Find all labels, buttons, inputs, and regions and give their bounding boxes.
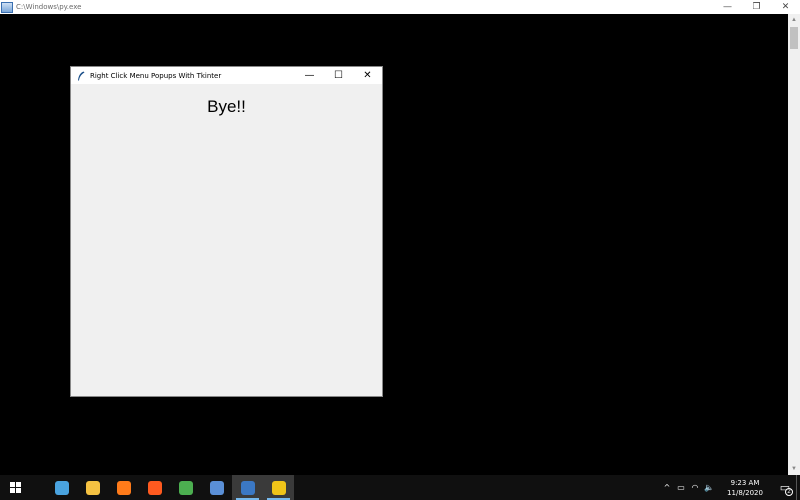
clock-time: 9:23 AM: [730, 478, 760, 487]
console-titlebar[interactable]: C:\Windows\py.exe — ❐ ✕: [0, 0, 800, 14]
taskbar-app-icon: [85, 480, 100, 495]
taskbar-app-1[interactable]: [77, 475, 108, 500]
volume-icon[interactable]: 🔈: [702, 475, 716, 500]
console-title: C:\Windows\py.exe: [16, 3, 82, 11]
scroll-down-arrow-icon[interactable]: ▼: [788, 463, 800, 475]
taskbar-app-5[interactable]: [201, 475, 232, 500]
taskbar-app-icon: [54, 480, 69, 495]
tkinter-close-button[interactable]: ✕: [353, 67, 382, 84]
taskbar-apps: [46, 475, 294, 500]
taskbar-app-icon: [116, 480, 131, 495]
show-desktop-button[interactable]: [796, 475, 800, 500]
taskbar-app-2[interactable]: [108, 475, 139, 500]
notification-count-badge: 2: [785, 488, 793, 496]
system-tray: ^ ▭ ◠ 🔈 9:23 AM 11/8/2020 ▭ 2: [660, 475, 800, 500]
clock[interactable]: 9:23 AM 11/8/2020: [720, 478, 770, 498]
tkinter-titlebar[interactable]: Right Click Menu Popups With Tkinter — ☐…: [71, 67, 382, 84]
network-icon[interactable]: ◠: [688, 475, 702, 500]
taskbar-app-6[interactable]: [232, 475, 263, 500]
tray-chevron-icon[interactable]: ^: [660, 475, 674, 500]
scroll-thumb[interactable]: [790, 27, 798, 49]
scroll-up-arrow-icon[interactable]: ▲: [788, 14, 800, 26]
python-console-icon: [1, 1, 13, 13]
battery-icon[interactable]: ▭: [674, 475, 688, 500]
notification-center-button[interactable]: ▭ 2: [774, 475, 796, 500]
console-scrollbar[interactable]: ▲ ▼: [788, 14, 800, 475]
tkinter-window-controls: — ☐ ✕: [295, 67, 382, 84]
start-button[interactable]: [0, 475, 30, 500]
taskbar-app-3[interactable]: [139, 475, 170, 500]
tkinter-minimize-button[interactable]: —: [295, 67, 324, 84]
taskbar-app-7[interactable]: [263, 475, 294, 500]
taskbar-app-icon: [271, 480, 286, 495]
tkinter-window-title: Right Click Menu Popups With Tkinter: [90, 71, 222, 80]
tkinter-window-body[interactable]: Bye!!: [71, 84, 382, 396]
tkinter-window: Right Click Menu Popups With Tkinter — ☐…: [70, 66, 383, 397]
taskbar-app-icon: [209, 480, 224, 495]
console-window-controls: — ❐ ✕: [713, 0, 800, 14]
console-close-button[interactable]: ✕: [771, 0, 800, 14]
taskbar-app-4[interactable]: [170, 475, 201, 500]
tkinter-maximize-button[interactable]: ☐: [324, 67, 353, 84]
taskbar-app-icon: [240, 480, 255, 495]
windows-logo-icon: [9, 482, 21, 493]
console-restore-button[interactable]: ❐: [742, 0, 771, 14]
console-minimize-button[interactable]: —: [713, 0, 742, 14]
taskbar-app-0[interactable]: [46, 475, 77, 500]
tk-feather-icon: [78, 71, 85, 80]
taskbar-app-icon: [178, 480, 193, 495]
tkinter-label: Bye!!: [207, 97, 246, 116]
taskbar: ^ ▭ ◠ 🔈 9:23 AM 11/8/2020 ▭ 2: [0, 475, 800, 500]
clock-date: 11/8/2020: [727, 488, 763, 497]
taskbar-app-icon: [147, 480, 162, 495]
